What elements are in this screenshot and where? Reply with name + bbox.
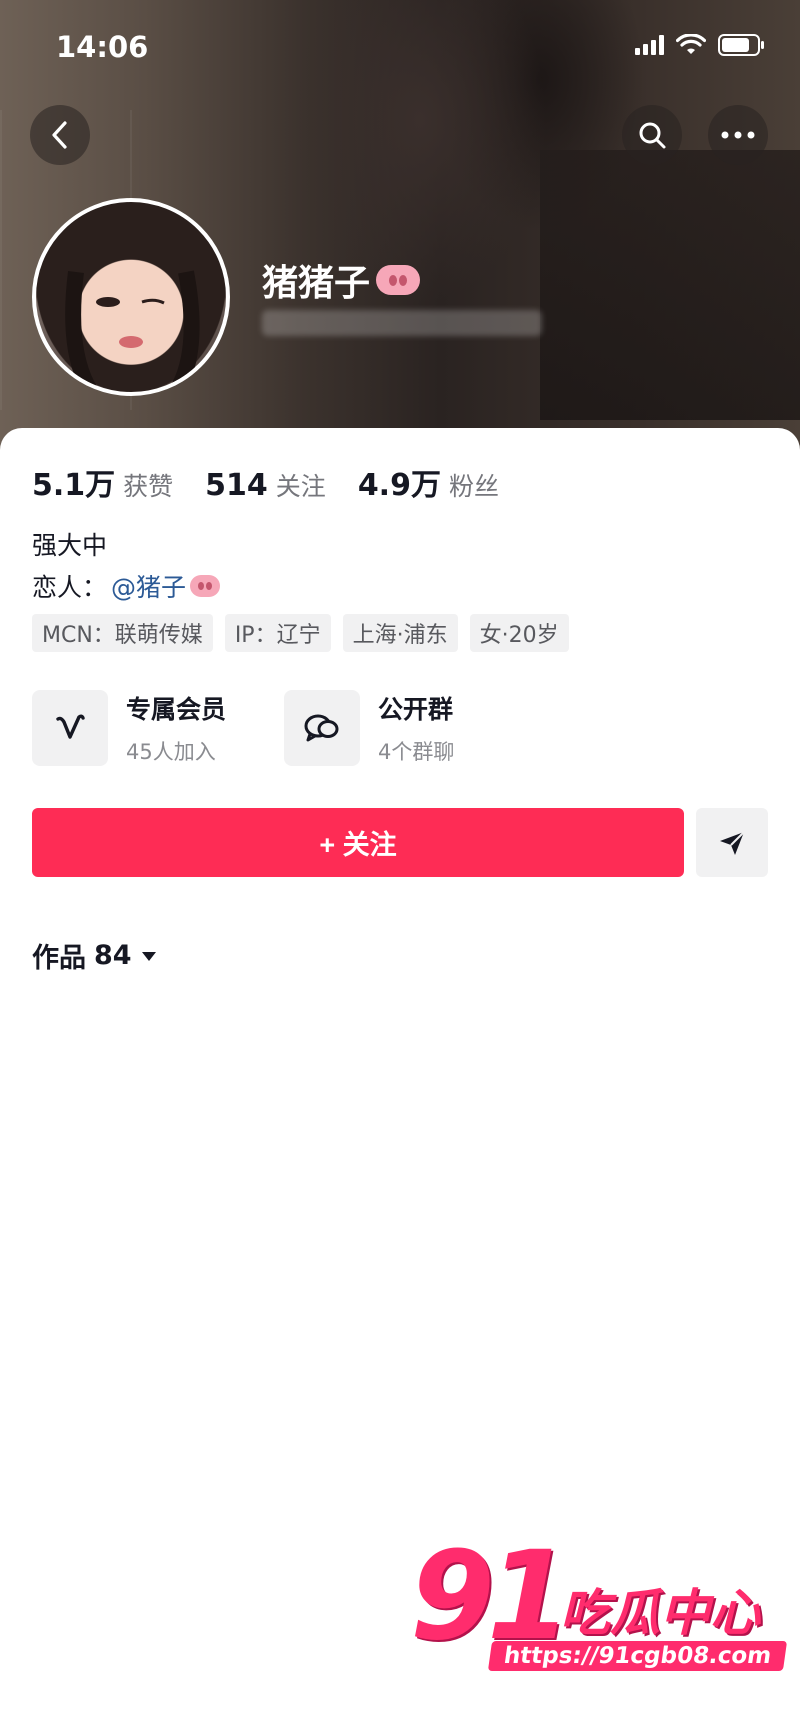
works-tab[interactable]: 作品 84 — [32, 936, 158, 975]
profile-bio: 强大中 — [32, 531, 108, 560]
stat-label: 粉丝 — [448, 472, 499, 501]
feature-membership[interactable]: 专属会员 45人加入 — [32, 690, 226, 766]
works-count: 84 — [94, 940, 132, 971]
nickname-text: 猪猪子 — [262, 263, 371, 304]
feature-subtitle: 4个群聊 — [378, 740, 455, 764]
battery-icon — [718, 34, 764, 56]
search-button[interactable] — [622, 105, 682, 165]
chevron-left-icon — [52, 121, 67, 149]
stat-value: 5.1万 — [32, 468, 116, 503]
pig-emoji-icon — [376, 265, 421, 295]
group-chat-icon — [284, 690, 361, 766]
search-icon — [639, 122, 666, 149]
more-button[interactable] — [708, 105, 768, 165]
cellular-signal-icon — [635, 35, 664, 55]
wifi-icon — [676, 34, 706, 54]
profile-stats: 5.1万 获赞 514 关注 4.9万 粉丝 — [32, 460, 531, 504]
blurred-user-id — [262, 310, 542, 336]
watermark-text: 吃瓜中心 — [560, 1584, 760, 1642]
status-icons — [635, 34, 766, 56]
profile-card: 5.1万 获赞 514 关注 4.9万 粉丝 强大中 恋人： @猪子 MCN：联… — [0, 428, 800, 1733]
tag-mcn: MCN：联萌传媒 — [32, 614, 213, 652]
lover-label: 恋人： — [32, 573, 108, 602]
caret-down-icon — [141, 951, 156, 961]
feature-entries: 专属会员 45人加入 公开群 4个群聊 — [32, 690, 454, 766]
tag-location: 上海·浦东 — [342, 614, 458, 652]
feature-title: 公开群 — [378, 695, 454, 724]
lover-line: 恋人： @猪子 — [32, 568, 221, 604]
profile-nickname: 猪猪子 — [262, 254, 421, 306]
follow-button[interactable]: + 关注 — [32, 808, 684, 877]
avatar-portrait — [65, 270, 200, 392]
send-icon — [720, 830, 745, 855]
vip-v-icon — [32, 690, 108, 766]
works-title: 作品 — [32, 943, 86, 974]
tag-ip: IP：辽宁 — [224, 614, 331, 652]
watermark-number: 91 — [410, 1525, 572, 1667]
avatar[interactable] — [32, 198, 230, 396]
stat-value: 4.9万 — [357, 468, 441, 503]
stat-likes[interactable]: 5.1万 获赞 — [32, 460, 173, 504]
watermark-url: https://91cgb08.com — [487, 1641, 788, 1671]
stat-following[interactable]: 514 关注 — [205, 467, 326, 503]
pig-emoji-icon — [190, 575, 221, 597]
share-button[interactable] — [696, 808, 768, 877]
status-bar: 14:06 — [0, 0, 800, 95]
feature-public-group[interactable]: 公开群 4个群聊 — [284, 690, 454, 766]
stat-followers[interactable]: 4.9万 粉丝 — [358, 460, 499, 504]
stat-value: 514 — [205, 468, 268, 503]
profile-tags: MCN：联萌传媒 IP：辽宁 上海·浦东 女·20岁 — [32, 614, 569, 652]
home-indicator — [265, 1711, 535, 1719]
lover-handle-link[interactable]: @猪子 — [111, 568, 186, 604]
status-time: 14:06 — [56, 30, 149, 64]
feature-title: 专属会员 — [126, 695, 227, 724]
back-button[interactable] — [30, 105, 90, 165]
tag-gender-age: 女·20岁 — [469, 614, 569, 652]
stat-label: 关注 — [275, 472, 326, 501]
more-dots-icon — [721, 131, 755, 139]
stat-label: 获赞 — [123, 472, 174, 501]
feature-subtitle: 45人加入 — [126, 740, 216, 764]
